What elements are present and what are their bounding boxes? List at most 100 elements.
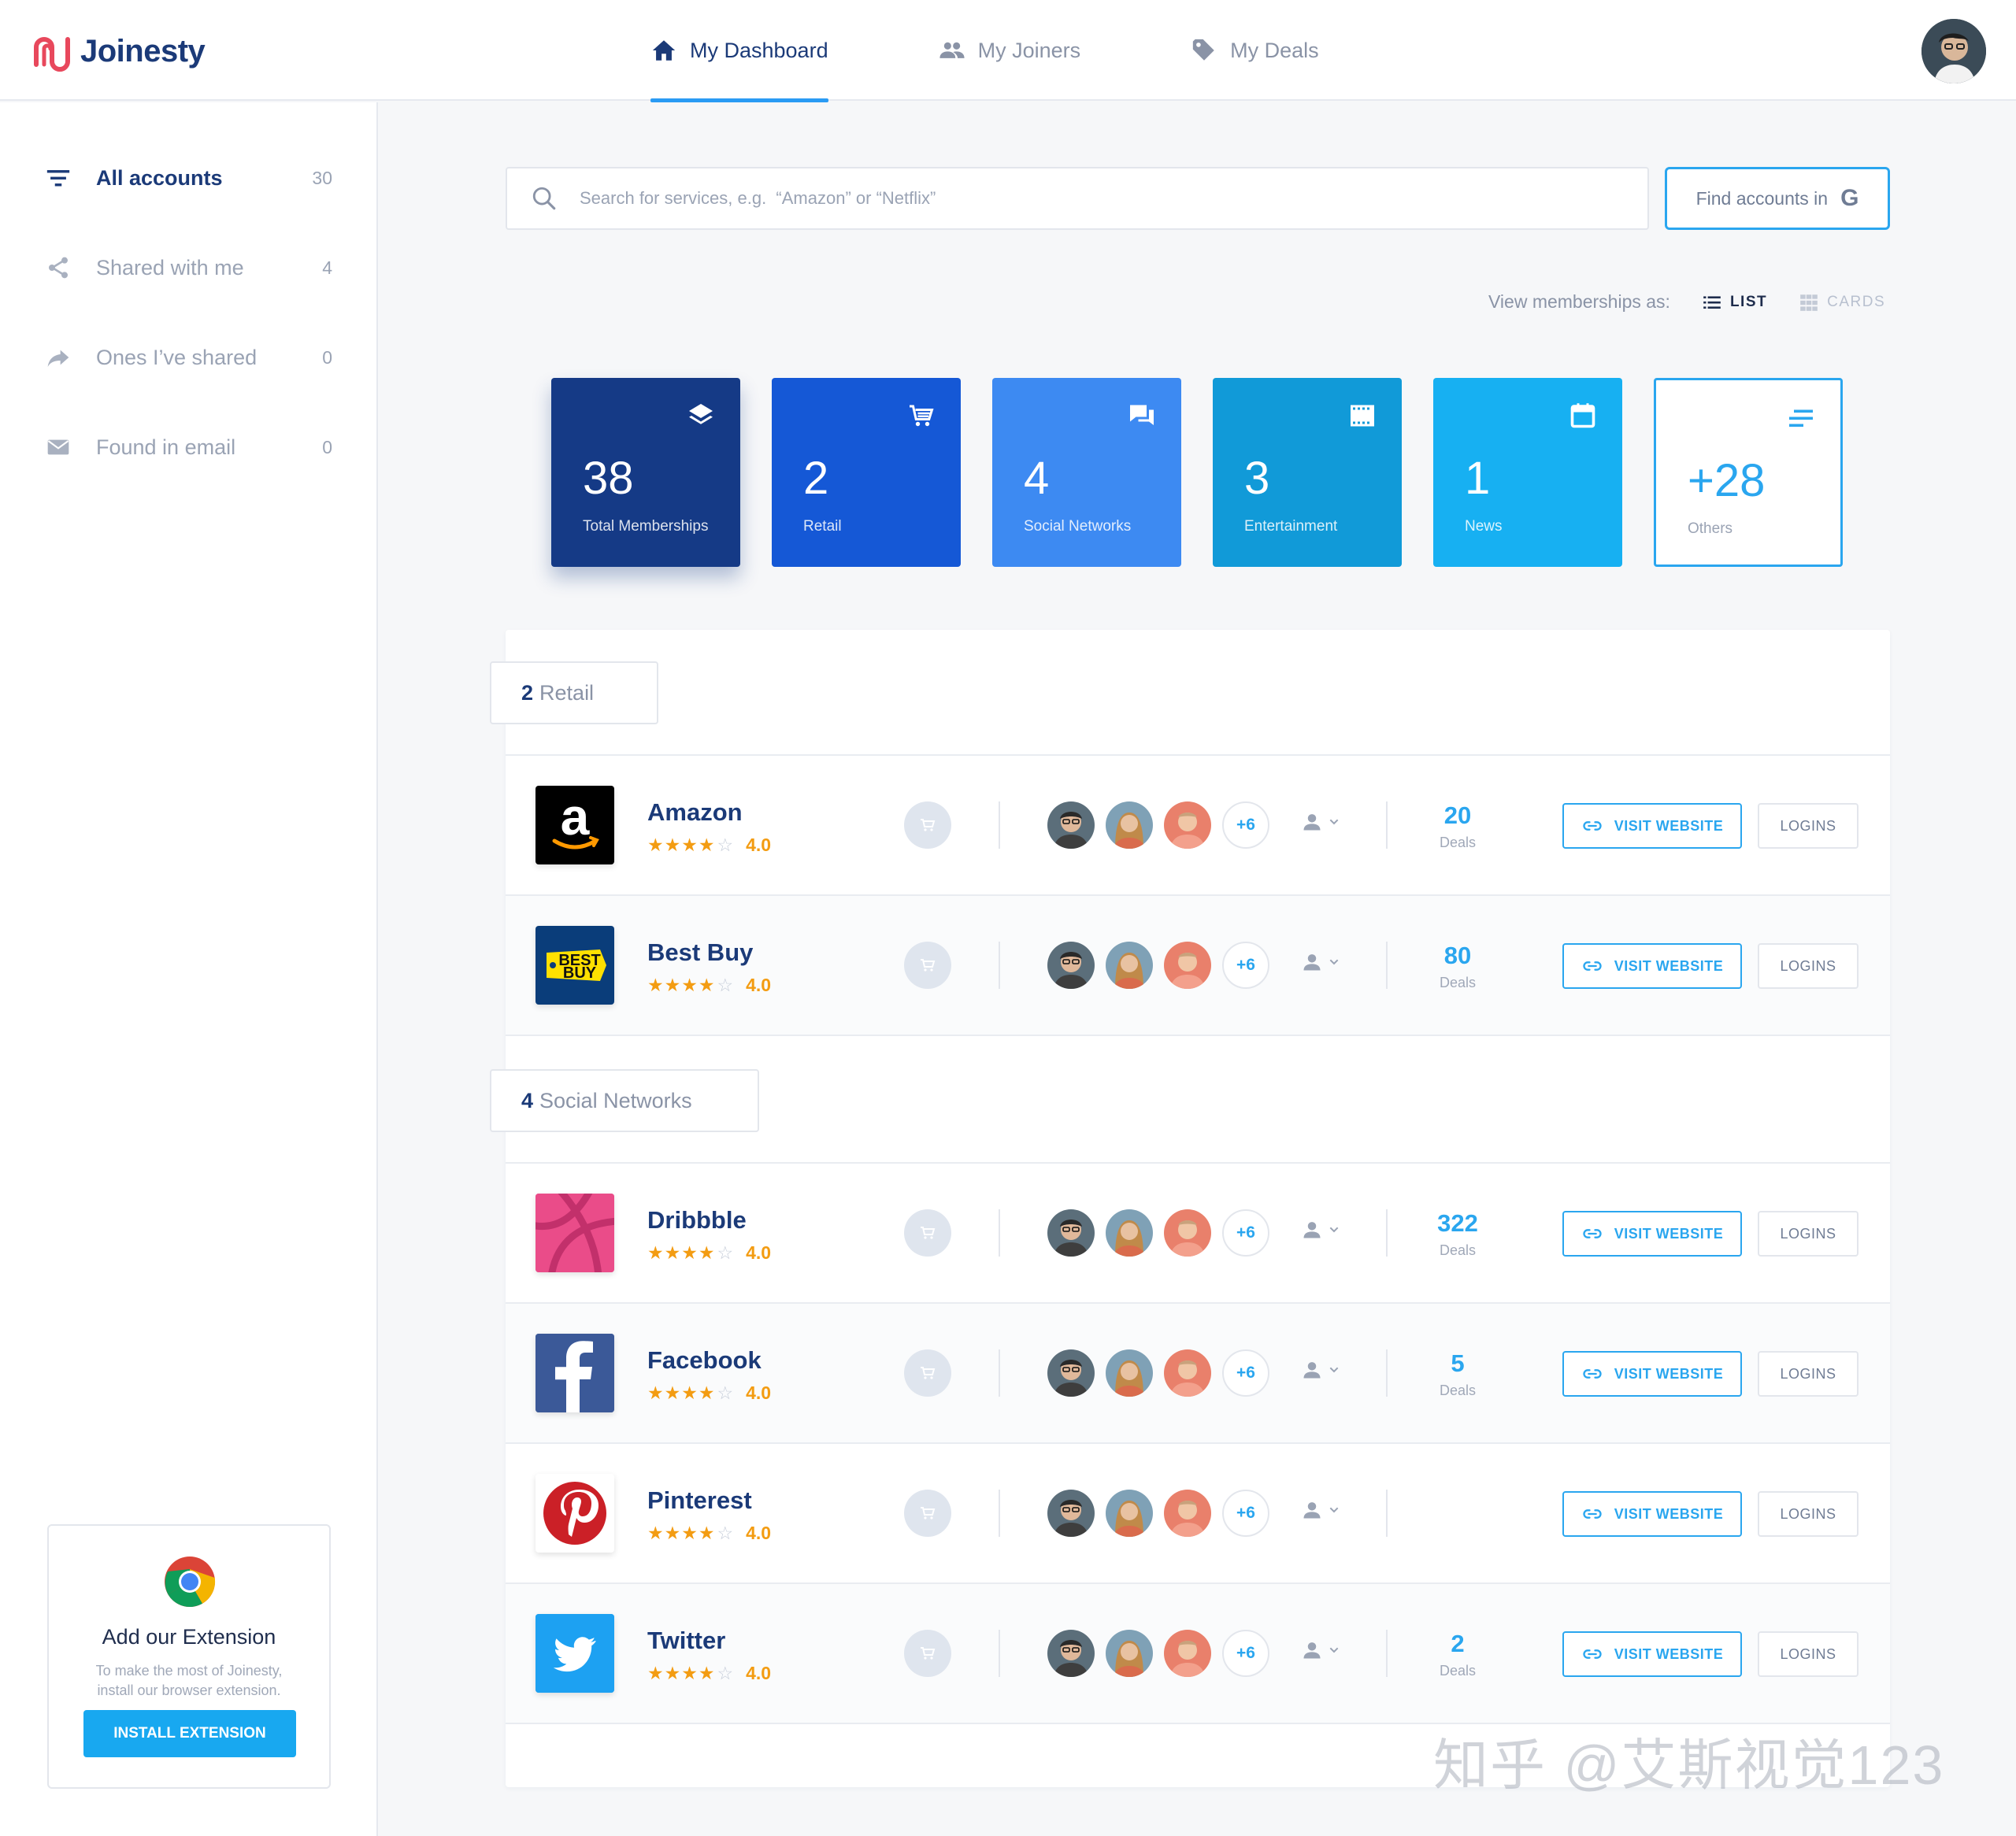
joiners-avatars[interactable]: +6 [1047,801,1269,849]
visit-website-button[interactable]: VISIT WEBSITE [1562,803,1742,849]
grid-icon [1800,294,1818,311]
service-name: Pinterest [647,1486,752,1514]
more-joiners-badge[interactable]: +6 [1222,942,1269,989]
joiners-avatars[interactable]: +6 [1047,1630,1269,1677]
joiners-avatars[interactable]: +6 [1047,1209,1269,1257]
avatar [1164,942,1211,989]
logins-button[interactable]: LOGINS [1758,1351,1858,1397]
share-account-dropdown[interactable] [1301,951,1340,973]
share-account-dropdown[interactable] [1301,1359,1340,1381]
cart-button[interactable] [904,1630,951,1677]
deals-count[interactable]: 322 Deals [1406,1209,1509,1259]
sidebar-item-ones-ive-shared[interactable]: Ones I’ve shared 0 [44,334,332,381]
tile-news[interactable]: 1 News [1433,378,1622,567]
more-joiners-badge[interactable]: +6 [1222,1349,1269,1397]
deals-count[interactable] [1406,1490,1509,1494]
share-account-dropdown[interactable] [1301,1499,1340,1521]
person-icon [1303,1642,1321,1659]
joiners-avatars[interactable]: +6 [1047,1349,1269,1397]
extension-title: Add our Extension [102,1625,276,1649]
user-avatar[interactable] [1922,19,1986,83]
visit-website-button[interactable]: VISIT WEBSITE [1562,1491,1742,1537]
sidebar-item-found-in-email[interactable]: Found in email 0 [44,424,332,471]
sidebar-item-shared-with-me[interactable]: Shared with me 4 [44,244,332,291]
list-icon [1703,295,1721,309]
avatar [1106,1209,1153,1257]
rating-value: 4.0 [746,835,772,855]
tile-total-memberships[interactable]: 38 Total Memberships [551,378,740,567]
joinesty-logo-icon [34,37,70,72]
watermark: 知乎 @艾斯视觉123 [1433,1734,1945,1796]
more-joiners-badge[interactable]: +6 [1222,1490,1269,1537]
view-cards-option[interactable]: CARDS [1799,292,1885,313]
sidebar-item-label: Ones I’ve shared [96,345,258,369]
sidebar-item-count: 0 [322,436,332,457]
star-icons: ★★★★ [647,1383,716,1403]
find-accounts-in-google-button[interactable]: Find accounts in G [1665,167,1890,230]
search-input[interactable] [580,188,1603,209]
logins-button[interactable]: LOGINS [1758,943,1858,989]
search-box [506,167,1649,230]
cart-button[interactable] [904,1349,951,1397]
link-icon [1583,961,1602,971]
joiners-avatars[interactable]: +6 [1047,1490,1269,1537]
divider [1386,942,1388,989]
logins-button[interactable]: LOGINS [1758,1491,1858,1537]
logins-button[interactable]: LOGINS [1758,803,1858,849]
tile-retail[interactable]: 2 Retail [772,378,961,567]
nav-my-deals[interactable]: My Deals [1191,0,1319,101]
deals-number: 80 [1443,942,1472,969]
person-icon [1303,1362,1321,1379]
tile-social-networks[interactable]: 4 Social Networks [992,378,1181,567]
deals-count[interactable]: 20 Deals [1406,801,1509,851]
share-account-dropdown[interactable] [1301,811,1340,833]
lines-icon [1789,409,1813,428]
more-joiners-badge[interactable]: +6 [1222,1630,1269,1677]
deals-count[interactable]: 2 Deals [1406,1630,1509,1679]
cart-button[interactable] [904,942,951,989]
tag-icon [1192,39,1214,61]
view-list-option[interactable]: LIST [1702,292,1767,313]
visit-website-button[interactable]: VISIT WEBSITE [1562,943,1742,989]
nav-my-dashboard[interactable]: My Dashboard [650,0,828,102]
sidebar-item-count: 30 [312,167,332,188]
deals-label: Deals [1439,1663,1477,1679]
more-joiners-badge[interactable]: +6 [1222,1209,1269,1257]
cart-button[interactable] [904,1209,951,1257]
section-name: Social Networks [539,1088,692,1112]
chat-icon [1130,405,1154,425]
tile-others[interactable]: +28 Others [1654,378,1843,567]
cart-button[interactable] [904,801,951,849]
logins-button[interactable]: LOGINS [1758,1631,1858,1677]
table-row: Pinterest ★★★★ ☆ 4.0 +6 VISIT WEBSITE LOGI… [506,1444,1890,1582]
share-account-dropdown[interactable] [1301,1219,1340,1241]
visit-website-button[interactable]: VISIT WEBSITE [1562,1631,1742,1677]
share-account-dropdown[interactable] [1301,1639,1340,1661]
cart-icon [910,405,934,427]
brand-logo[interactable]: Joinesty [30,30,206,72]
sidebar-item-label: Shared with me [96,255,244,279]
link-icon [1583,821,1602,831]
more-joiners-badge[interactable]: +6 [1222,801,1269,849]
table-row: Facebook ★★★★ ☆ 4.0 +6 5 Deals VISIT WEBSI… [506,1304,1890,1442]
tile-number: 4 [1024,453,1050,504]
visit-website-button[interactable]: VISIT WEBSITE [1562,1211,1742,1257]
deals-count[interactable]: 80 Deals [1406,942,1509,991]
tile-entertainment[interactable]: 3 Entertainment [1213,378,1402,567]
star-icons: ★★★★ [647,835,716,855]
cart-button[interactable] [904,1490,951,1537]
tile-label: Retail [803,518,842,535]
sidebar-item-all-accounts[interactable]: All accounts 30 [44,154,332,202]
layers-icon [689,404,713,424]
logins-button[interactable]: LOGINS [1758,1211,1858,1257]
install-extension-button[interactable]: INSTALL EXTENSION [83,1710,296,1757]
avatar [1106,942,1153,989]
deals-count[interactable]: 5 Deals [1406,1349,1509,1399]
star-empty-icon: ☆ [717,1242,734,1263]
chevron-down-icon [1329,1647,1339,1653]
view-list-label: LIST [1729,293,1768,310]
avatar [1164,1209,1211,1257]
joiners-avatars[interactable]: +6 [1047,942,1269,989]
nav-my-joiners[interactable]: My Joiners [939,0,1080,101]
visit-website-button[interactable]: VISIT WEBSITE [1562,1351,1742,1397]
